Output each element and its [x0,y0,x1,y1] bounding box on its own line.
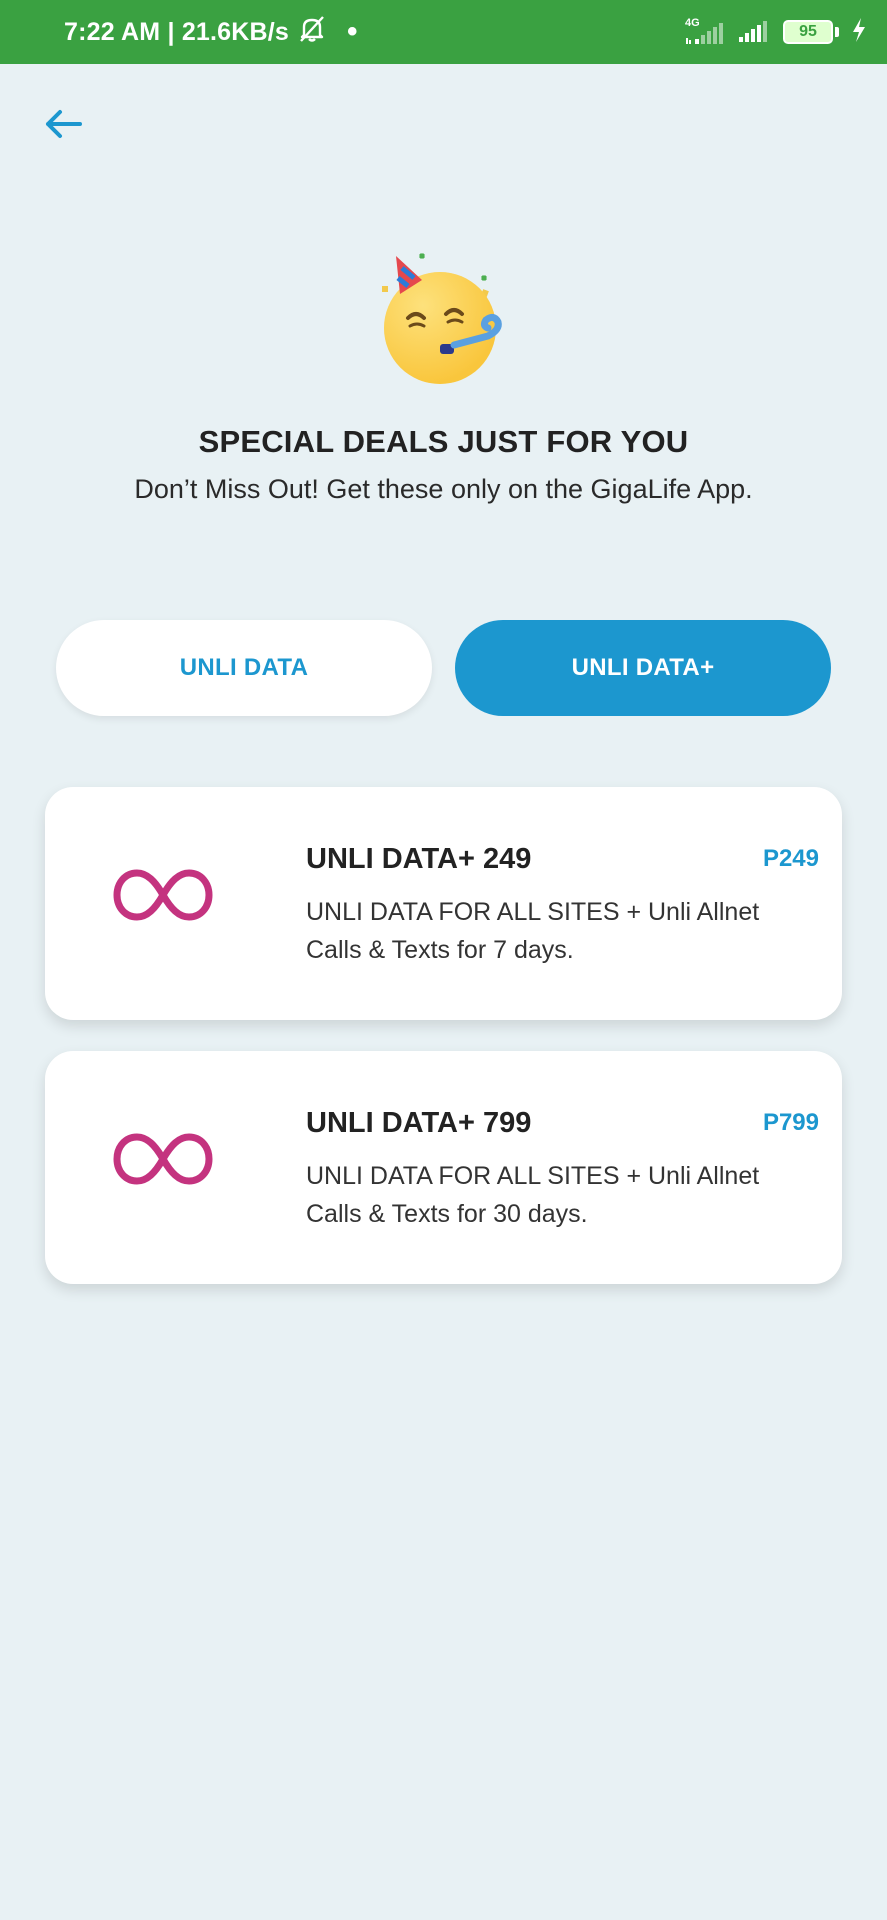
status-left: 7:22 AM | 21.6KB/s • [64,15,358,50]
party-face-emoji-icon [370,250,520,400]
bell-muted-icon [299,15,325,50]
page-subtitle: Don’t Miss Out! Get these only on the Gi… [134,474,753,504]
charging-bolt-icon [851,17,867,48]
offer-price: P799 [762,1109,819,1136]
notification-dot-icon: • [347,15,358,48]
mobile-signal-4g-icon: 4G [683,18,725,46]
offer-description: UNLI DATA FOR ALL SITES + Unli Allnet Ca… [306,898,760,964]
offer-card-unli-data-plus-799[interactable]: UNLI DATA+ 799 P799 UNLI DATA FOR ALL SI… [45,1051,842,1284]
status-bar: 7:22 AM | 21.6KB/s • 4G 95 [0,0,887,64]
offer-title: UNLI DATA+ 249 [306,843,532,875]
arrow-left-icon [44,108,84,145]
offer-card-unli-data-plus-249[interactable]: UNLI DATA+ 249 P249 UNLI DATA FOR ALL SI… [45,787,842,1020]
infinity-icon [113,1131,213,1187]
offer-price: P249 [762,845,819,872]
battery-level: 95 [783,20,833,44]
offer-description: UNLI DATA FOR ALL SITES + Unli Allnet Ca… [306,1162,760,1228]
page-title: SPECIAL DEALS JUST FOR YOU [198,424,689,459]
infinity-icon [113,867,213,923]
tab-unli-data-plus[interactable]: UNLI DATA+ [455,620,831,716]
status-right: 4G 95 [683,16,867,49]
offer-title: UNLI DATA+ 799 [306,1107,532,1139]
tab-unli-data[interactable]: UNLI DATA [56,620,432,716]
signal-bars-icon [737,16,771,49]
back-button[interactable] [40,102,88,150]
battery-icon: 95 [783,20,839,44]
status-time-speed: 7:22 AM | 21.6KB/s [64,17,290,46]
